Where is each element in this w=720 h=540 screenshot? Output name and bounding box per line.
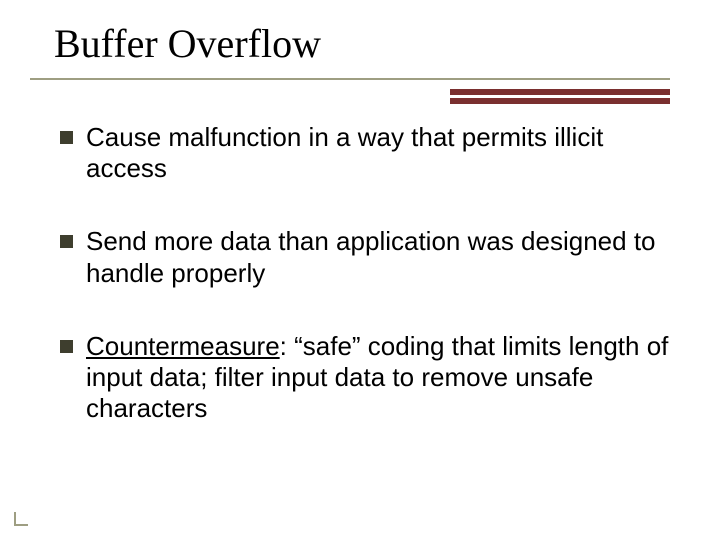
square-bullet-icon bbox=[60, 340, 73, 353]
title-underline bbox=[30, 78, 670, 80]
slide-title: Buffer Overflow bbox=[54, 20, 321, 67]
square-bullet-icon bbox=[60, 235, 73, 248]
square-bullet-icon bbox=[60, 131, 73, 144]
bullet-item: Countermeasure: “safe” coding that limit… bbox=[86, 331, 670, 425]
accent-bar-top bbox=[450, 89, 670, 95]
bullet-label: Countermeasure bbox=[86, 331, 280, 361]
content-area: Cause malfunction in a way that permits … bbox=[86, 122, 670, 466]
corner-decoration-icon bbox=[14, 512, 28, 526]
accent-bar-bottom bbox=[450, 98, 670, 104]
bullet-item: Send more data than application was desi… bbox=[86, 226, 670, 288]
bullet-text: Send more data than application was desi… bbox=[86, 226, 656, 287]
bullet-text: Cause malfunction in a way that permits … bbox=[86, 122, 603, 183]
slide: Buffer Overflow Cause malfunction in a w… bbox=[0, 0, 720, 540]
bullet-item: Cause malfunction in a way that permits … bbox=[86, 122, 670, 184]
